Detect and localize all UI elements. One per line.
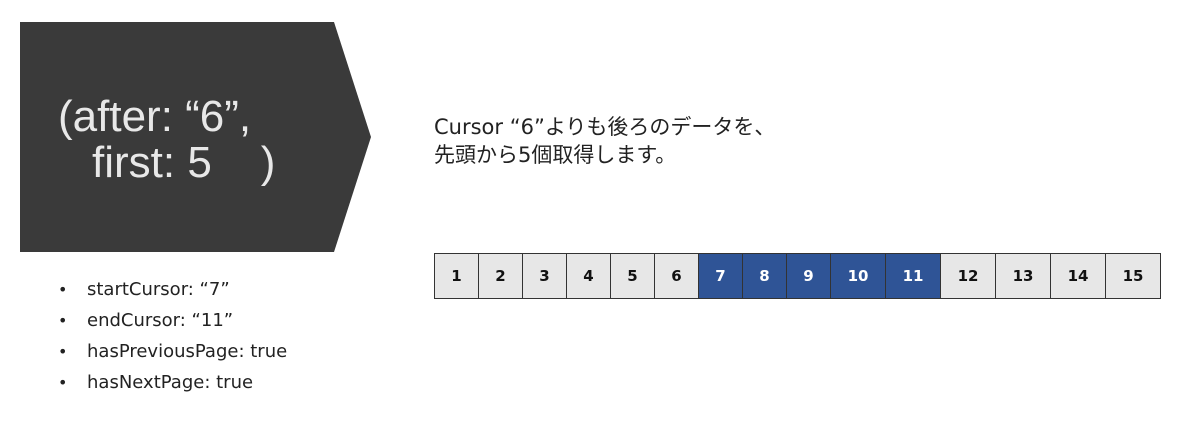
page-info-item: • hasNextPage: true	[58, 367, 287, 398]
cell: 1	[435, 253, 479, 299]
bullet-icon: •	[58, 342, 68, 361]
cell: 5	[611, 253, 655, 299]
page-info-text: startCursor: “7”	[87, 279, 230, 300]
query-arguments-line1: (after: “6”,	[58, 92, 252, 141]
page-info-text: endCursor: “11”	[87, 310, 234, 331]
page-info-text: hasNextPage: true	[87, 372, 254, 393]
page-info-item: • startCursor: “7”	[58, 274, 287, 305]
query-arguments: (after: “6”, first: 5 )	[20, 22, 350, 252]
query-arguments-line2: first: 5 )	[92, 138, 276, 187]
page-info-item: • hasPreviousPage: true	[58, 336, 287, 367]
cell: 14	[1051, 253, 1106, 299]
cell-selected: 7	[699, 253, 743, 299]
page-info-item: • endCursor: “11”	[58, 305, 287, 336]
description-line2: 先頭から5個取得します。	[434, 143, 677, 167]
page-info-text: hasPreviousPage: true	[87, 341, 288, 362]
bullet-icon: •	[58, 311, 68, 330]
cell-selected: 8	[743, 253, 787, 299]
cell: 3	[523, 253, 567, 299]
cell: 6	[655, 253, 699, 299]
cell-selected: 10	[831, 253, 886, 299]
cell: 13	[996, 253, 1051, 299]
data-cells-row: 1 2 3 4 5 6 7 8 9 10 11 12 13 14 15	[434, 253, 1161, 299]
cell: 15	[1106, 253, 1161, 299]
description: Cursor “6”よりも後ろのデータを、 先頭から5個取得します。	[434, 113, 775, 169]
cell-selected: 9	[787, 253, 831, 299]
bullet-icon: •	[58, 280, 68, 299]
bullet-icon: •	[58, 373, 68, 392]
cell: 4	[567, 253, 611, 299]
description-line1: Cursor “6”よりも後ろのデータを、	[434, 115, 776, 139]
cell: 2	[479, 253, 523, 299]
cell-selected: 11	[886, 253, 941, 299]
page-info-list: • startCursor: “7” • endCursor: “11” • hasP…	[58, 274, 287, 398]
cell: 12	[941, 253, 996, 299]
